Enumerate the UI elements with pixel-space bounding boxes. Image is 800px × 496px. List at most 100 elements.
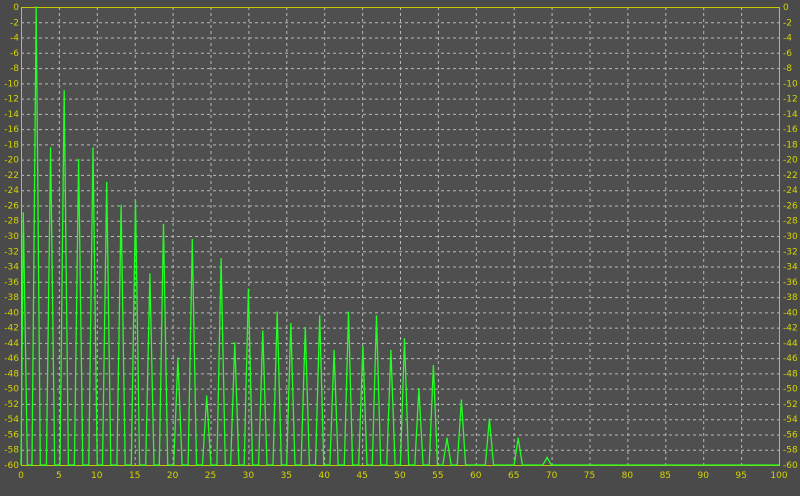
y-tick-label-right: -48 [783, 369, 798, 379]
y-tick-label-left: 0 [13, 3, 19, 13]
peak-point [120, 204, 122, 207]
peak-point [418, 387, 420, 390]
x-tick-label: 40 [318, 471, 330, 481]
y-tick-label-right: -54 [783, 415, 798, 425]
spectrum-chart: 0 5 10 15 20 25 30 35 40 45 50 55 60 65 70 75 80 85 90 95 10… [0, 0, 800, 496]
x-tick-label: 0 [18, 471, 24, 481]
peak-point [546, 456, 548, 459]
x-tick-label: 25 [205, 471, 216, 481]
y-tick-label-left: -48 [4, 369, 19, 379]
x-tick-label: 55 [432, 471, 443, 481]
y-tick-label-right: -4 [783, 34, 792, 44]
peak-point [205, 395, 208, 398]
y-tick-label-left: -36 [4, 278, 19, 288]
y-tick-label-left: -40 [4, 308, 19, 318]
y-tick-label-left: -6 [10, 49, 19, 59]
y-tick-label-left: -2 [10, 18, 19, 28]
y-tick-label-right: -36 [783, 278, 798, 288]
peak-point [22, 212, 25, 214]
y-tick-label-left: -10 [4, 79, 19, 89]
peak-point [403, 338, 406, 340]
x-tick-label: 30 [243, 471, 255, 481]
y-tick-label-left: -44 [4, 339, 19, 349]
peak-point [517, 437, 519, 440]
peak-point [92, 147, 94, 149]
y-tick-label-left: -56 [4, 430, 19, 440]
x-tick-label: 70 [546, 471, 558, 481]
y-tick-label-right: 0 [783, 3, 789, 13]
y-tick-label-left: -8 [10, 64, 19, 74]
y-tick-label-left: -20 [4, 156, 19, 166]
y-tick-label-right: -22 [783, 171, 798, 181]
x-tick-label: 95 [735, 471, 746, 481]
y-tick-label-right: -6 [783, 49, 792, 59]
y-tick-label-right: -60 [783, 461, 798, 471]
y-tick-label-right: -26 [783, 201, 798, 211]
y-tick-label-left: -30 [4, 232, 19, 242]
y-tick-label-left: -18 [4, 140, 19, 150]
peak-point [276, 311, 279, 314]
x-tick-label: 75 [584, 471, 595, 481]
y-tick-label-left: -46 [4, 354, 19, 364]
y-tick-label-left: -42 [4, 324, 19, 334]
x-tick-label: 85 [660, 471, 671, 481]
x-tick-label: 50 [394, 471, 406, 481]
y-tick-label-right: -40 [783, 308, 798, 318]
peak-point [77, 158, 80, 161]
x-tick-label: 45 [356, 471, 367, 481]
y-tick-label-left: -24 [4, 186, 19, 196]
y-tick-label-right: -32 [783, 247, 798, 257]
x-tick-label: 5 [56, 471, 62, 481]
y-tick-label-right: -10 [783, 79, 798, 89]
y-tick-label-left: -16 [4, 125, 19, 135]
peak-point [362, 345, 364, 348]
y-tick-label-right: -14 [783, 110, 798, 120]
y-tick-label-right: -12 [783, 95, 798, 105]
y-tick-label-right: -24 [783, 186, 798, 196]
x-tick-label: 80 [622, 471, 634, 481]
y-tick-label-right: -16 [783, 125, 798, 135]
peak-point [234, 342, 236, 344]
peak-point [390, 349, 392, 352]
y-tick-label-left: -28 [4, 217, 19, 227]
peak-point [191, 239, 194, 241]
peak-point [446, 437, 448, 440]
y-tick-label-left: -14 [4, 110, 19, 120]
y-tick-label-right: -52 [783, 400, 798, 410]
peak-point [290, 323, 292, 325]
x-tick-label: 90 [697, 471, 709, 481]
peak-point [35, 6, 37, 8]
y-tick-label-right: -2 [783, 18, 792, 28]
y-tick-label-right: -58 [783, 446, 798, 456]
peak-point [318, 315, 321, 317]
y-tick-label-right: -56 [783, 430, 798, 440]
y-tick-label-left: -54 [4, 415, 19, 425]
peak-point [177, 357, 179, 359]
y-tick-label-right: -46 [783, 354, 798, 364]
peak-point [333, 349, 335, 352]
peak-point [488, 418, 491, 421]
peak-point [149, 273, 151, 276]
x-tick-label: 35 [281, 471, 292, 481]
y-tick-label-left: -58 [4, 446, 19, 456]
peak-point [347, 311, 350, 314]
peak-point [432, 365, 435, 367]
peak-point [375, 315, 378, 317]
y-tick-label-left: -32 [4, 247, 19, 257]
peak-point [134, 200, 137, 203]
peak-point [220, 258, 222, 260]
peak-point [247, 288, 250, 291]
x-tick-label: 15 [129, 471, 140, 481]
y-tick-label-right: -20 [783, 156, 798, 166]
y-tick-label-left: -22 [4, 171, 19, 181]
y-tick-label-left: -50 [4, 385, 19, 395]
peak-point [304, 326, 307, 329]
y-tick-label-right: -8 [783, 64, 792, 74]
y-tick-label-left: -60 [4, 461, 19, 471]
y-tick-label-right: -28 [783, 217, 798, 227]
x-tick-label: 20 [167, 471, 179, 481]
peak-point [460, 399, 463, 401]
y-tick-label-right: -42 [783, 324, 798, 334]
x-tick-label: 65 [508, 471, 519, 481]
peak-point [63, 90, 65, 92]
